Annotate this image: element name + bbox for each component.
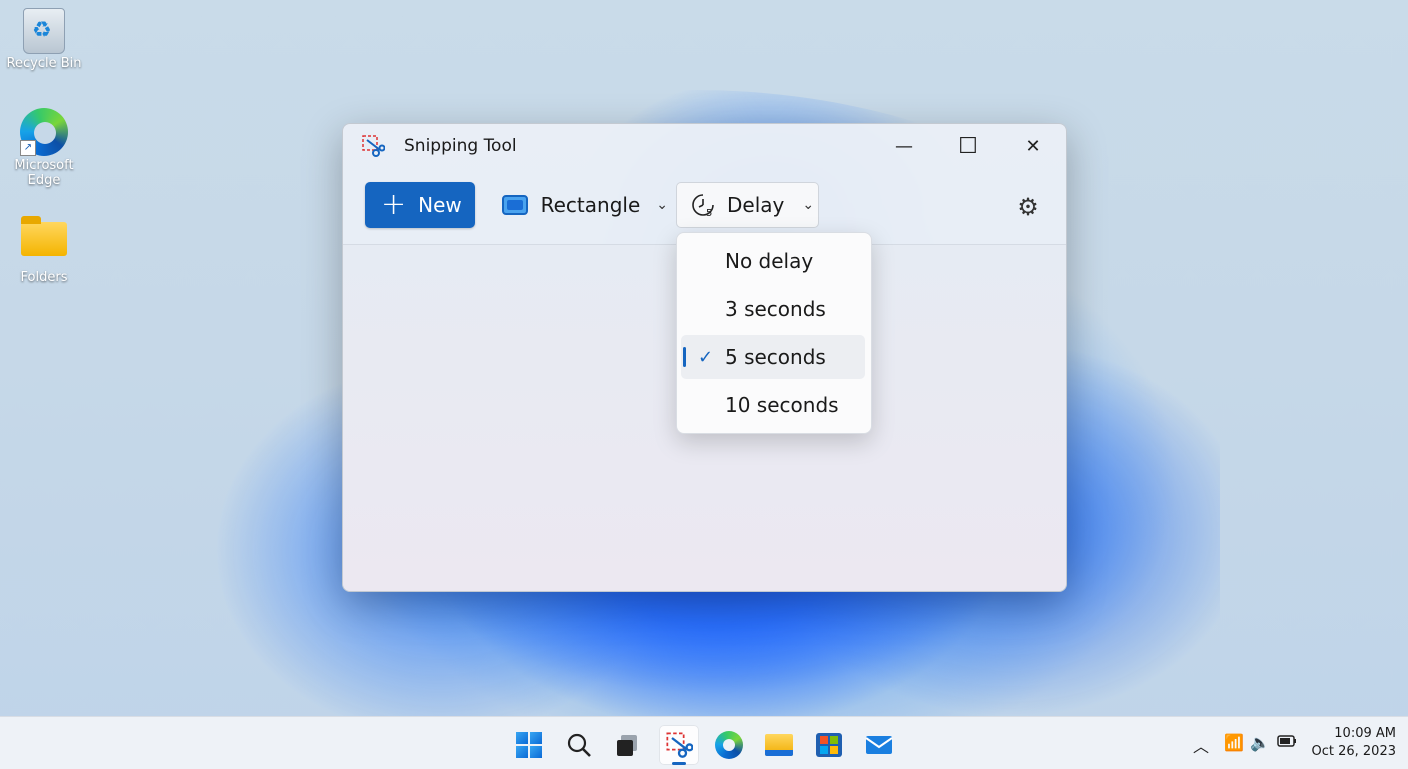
show-hidden-icons-button[interactable]: ︿ [1193, 733, 1209, 757]
snipping-tool-icon [666, 732, 693, 758]
rectangle-mode-icon [502, 195, 528, 215]
wifi-icon: 📶 [1224, 733, 1244, 752]
maximize-button[interactable]: ☐ [937, 124, 999, 168]
start-icon [516, 732, 542, 758]
maximize-icon: ☐ [958, 133, 978, 159]
edge-icon [715, 731, 743, 759]
taskbar-edge[interactable] [709, 725, 749, 765]
desktop-icon-folders[interactable]: Folders [2, 214, 86, 285]
file-explorer-icon [765, 734, 793, 756]
taskbar-mail[interactable] [859, 725, 899, 765]
chevron-up-icon: ︿ [1193, 737, 1210, 756]
delay-dropdown[interactable]: 5 Delay ⌄ [676, 182, 819, 228]
delay-option-label: 3 seconds [725, 297, 826, 321]
snip-mode-dropdown[interactable]: Rectangle ⌄ [493, 182, 668, 228]
clock-date: Oct 26, 2023 [1311, 744, 1397, 759]
speaker-icon: 🔈 [1250, 733, 1270, 752]
delay-option-10-seconds[interactable]: 10 seconds [681, 383, 865, 427]
battery-icon [1277, 735, 1296, 747]
plus-icon: + [381, 187, 407, 222]
shortcut-arrow-icon: ↗ [20, 140, 36, 156]
timer-icon: 5 [692, 194, 714, 217]
edge-icon: ↗ [20, 108, 68, 156]
delay-menu: No delay 3 seconds ✓ 5 seconds 10 second… [676, 232, 872, 434]
delay-option-label: 5 seconds [725, 345, 826, 369]
start-button[interactable] [509, 725, 549, 765]
network-button[interactable]: 📶 [1224, 733, 1244, 752]
chevron-down-icon: ⌄ [656, 197, 668, 213]
task-view-button[interactable] [607, 725, 647, 765]
close-icon: ✕ [1025, 135, 1041, 157]
store-icon [816, 733, 842, 757]
title-bar[interactable]: Snipping Tool — ☐ ✕ [343, 124, 1066, 168]
minimize-button[interactable]: — [873, 124, 935, 168]
snipping-tool-app-icon [362, 135, 385, 157]
delay-label: Delay [727, 193, 785, 217]
task-view-icon [617, 735, 637, 756]
close-button[interactable]: ✕ [1002, 124, 1064, 168]
chevron-down-icon: ⌄ [802, 197, 815, 213]
delay-option-5-seconds[interactable]: ✓ 5 seconds [681, 335, 865, 379]
taskbar-file-explorer[interactable] [759, 725, 799, 765]
folder-icon [21, 216, 67, 256]
new-button[interactable]: + New [365, 182, 475, 228]
search-icon [567, 733, 591, 757]
gear-icon: ⚙ [1017, 193, 1039, 221]
clock-time: 10:09 AM [1334, 726, 1396, 741]
delay-option-no-delay[interactable]: No delay [681, 239, 865, 283]
mail-icon [865, 736, 893, 754]
desktop-icon-label: Folders [20, 270, 68, 285]
desktop-icon-label: Microsoft Edge [14, 158, 74, 188]
delay-option-3-seconds[interactable]: 3 seconds [681, 287, 865, 331]
desktop-icon-recycle-bin[interactable]: ♻ Recycle Bin [2, 8, 86, 71]
checkmark-icon: ✓ [698, 346, 714, 368]
snip-mode-label: Rectangle [540, 193, 641, 217]
taskbar-store[interactable] [809, 725, 849, 765]
delay-option-label: 10 seconds [725, 393, 839, 417]
taskbar-snipping-tool[interactable] [659, 725, 699, 765]
desktop-icon-edge[interactable]: ↗ Microsoft Edge [2, 108, 86, 188]
battery-button[interactable] [1277, 733, 1297, 752]
delay-option-label: No delay [725, 249, 814, 273]
desktop-icon-label: Recycle Bin [6, 56, 82, 71]
recycle-bin-icon: ♻ [23, 8, 65, 54]
settings-button[interactable]: ⚙ [1011, 190, 1045, 224]
taskbar-clock[interactable]: 10:09 AM Oct 26, 2023 [1304, 725, 1397, 761]
search-button[interactable] [559, 725, 599, 765]
selection-indicator [683, 347, 686, 367]
minimize-icon: — [895, 135, 913, 157]
taskbar: ︿ 📶 🔈 10:09 AM Oct 26, 2023 [0, 716, 1408, 769]
new-button-label: New [418, 193, 462, 217]
timer-digit: 5 [706, 208, 712, 217]
volume-button[interactable]: 🔈 [1250, 733, 1270, 752]
window-title: Snipping Tool [404, 136, 517, 156]
